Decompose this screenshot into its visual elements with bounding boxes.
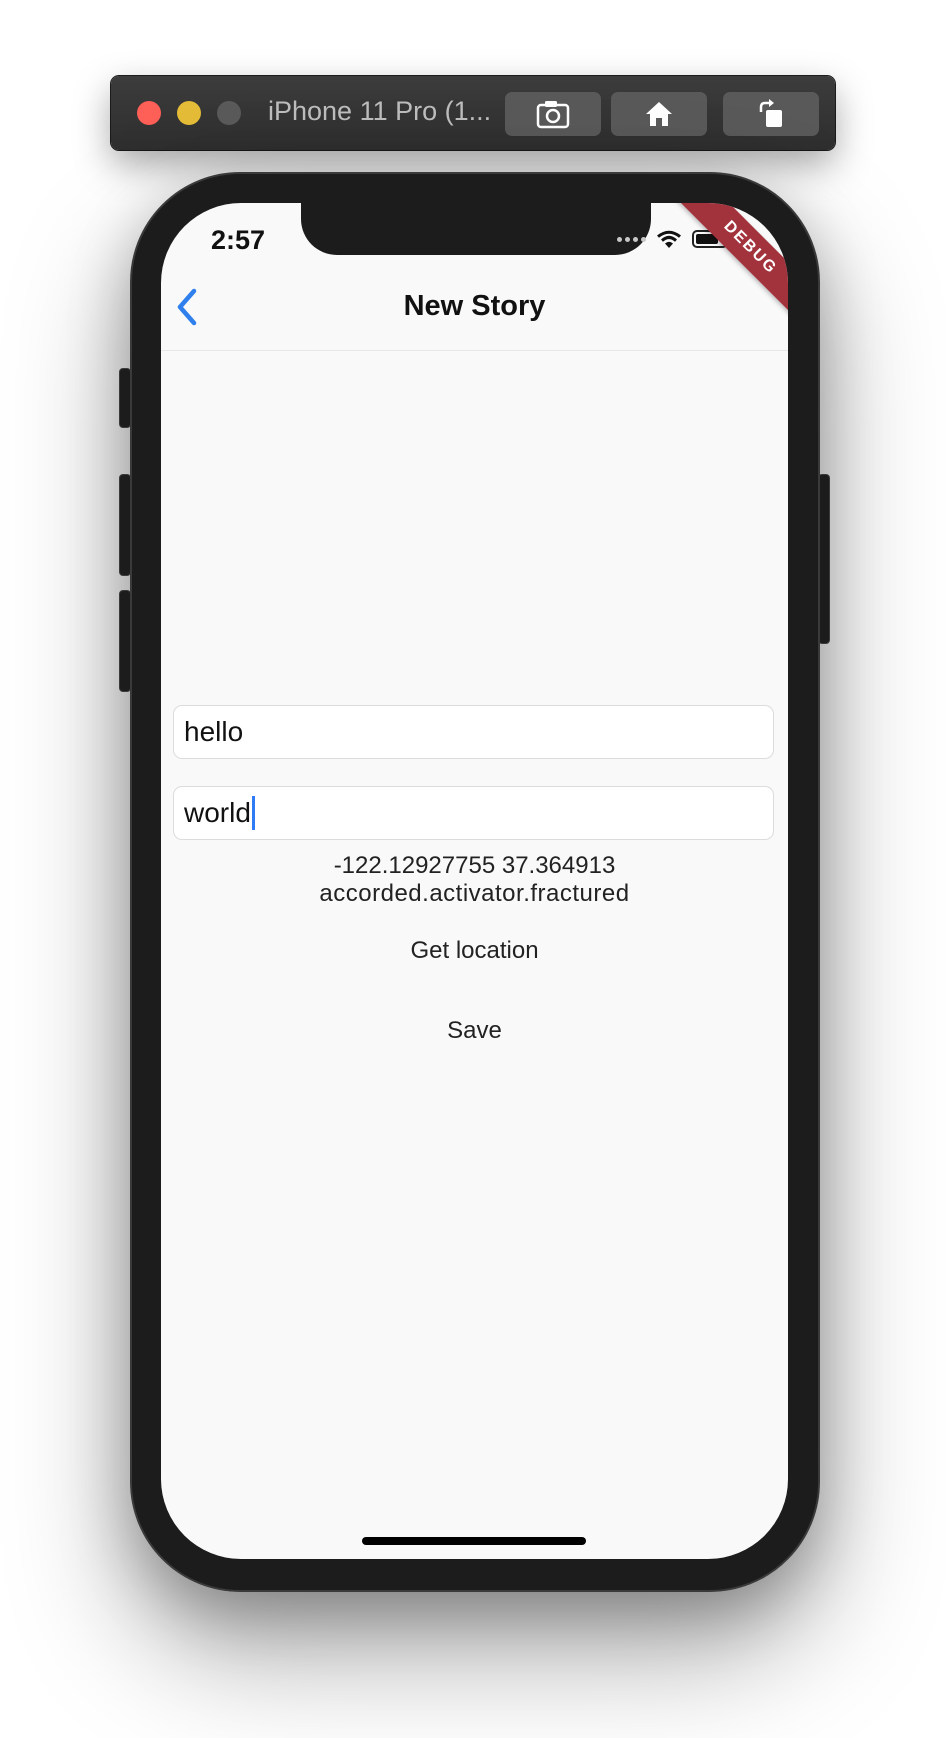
rotate-icon: [759, 99, 782, 127]
rotate-button[interactable]: [723, 92, 819, 136]
simulator-title: iPhone 11 Pro (1...: [268, 96, 492, 126]
location-words: accorded.activator.fractured: [319, 880, 630, 907]
navigation-bar: New Story: [161, 265, 788, 351]
page-title: New Story: [403, 290, 546, 322]
minimize-window-button[interactable]: [177, 101, 201, 125]
home-indicator[interactable]: [362, 1537, 586, 1545]
text-cursor: [251, 796, 255, 830]
phone-screen: 2:57 DEBUG New Story hello world -122.12…: [161, 203, 788, 1559]
save-button[interactable]: Save: [427, 1009, 522, 1053]
notch: [301, 203, 651, 255]
story-title-value: hello: [184, 716, 244, 747]
status-time: 2:57: [211, 225, 266, 255]
story-title-input[interactable]: hello: [173, 705, 774, 759]
wifi-icon: [657, 230, 681, 248]
home-icon: [646, 102, 672, 126]
home-button[interactable]: [611, 92, 707, 136]
zoom-window-button[interactable]: [217, 101, 241, 125]
cellular-signal-icon: [617, 236, 646, 242]
screenshot-button[interactable]: [505, 92, 601, 136]
story-body-input[interactable]: world: [173, 786, 774, 840]
location-coordinates: -122.12927755 37.364913: [333, 852, 616, 879]
get-location-button[interactable]: Get location: [390, 929, 558, 973]
story-body-value: world: [184, 797, 251, 828]
screenshot-icon: [536, 101, 570, 129]
simulator-toolbar: iPhone 11 Pro (1...: [111, 76, 835, 150]
close-window-button[interactable]: [137, 101, 161, 125]
